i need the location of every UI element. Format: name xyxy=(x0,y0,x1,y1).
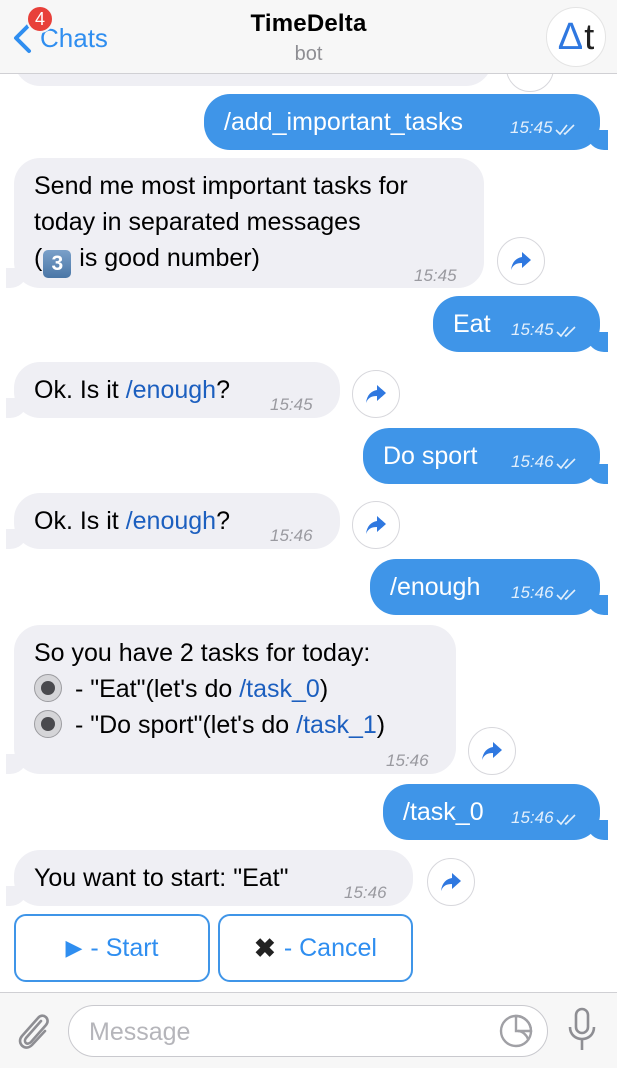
keycap-three-emoji: 3 xyxy=(43,250,72,278)
share-icon xyxy=(482,742,502,760)
message-time: 15:46 xyxy=(344,883,387,902)
message-text: /enough xyxy=(390,573,481,601)
chat-title[interactable]: TimeDelta xyxy=(0,10,617,38)
share-icon xyxy=(511,252,531,270)
share-button[interactable] xyxy=(352,501,400,549)
share-button[interactable] xyxy=(352,370,400,418)
incoming-message[interactable]: Send me most important tasks for today i… xyxy=(6,158,484,288)
previous-message-bubble xyxy=(14,74,492,86)
message-field[interactable] xyxy=(68,1005,548,1057)
share-button[interactable] xyxy=(497,237,545,285)
message-time: 15:45 xyxy=(510,118,553,137)
message-text: - "Do sport"(let's do xyxy=(68,711,297,739)
message-time: 15:46 xyxy=(511,583,554,602)
cancel-x-icon: ✖ xyxy=(254,932,276,963)
message-text: You want to start: "Eat" xyxy=(34,864,289,892)
share-button[interactable] xyxy=(506,74,554,92)
chat-header: Chats 4 TimeDelta bot Δt xyxy=(0,0,617,74)
double-check-icon xyxy=(555,813,576,825)
message-text: ( xyxy=(34,244,43,272)
command-link[interactable]: /enough xyxy=(126,507,216,535)
double-check-icon xyxy=(555,588,576,600)
message-text: Do sport xyxy=(383,442,478,470)
message-text: - "Eat"(let's do xyxy=(68,675,240,703)
message-time: 15:46 xyxy=(511,808,554,827)
message-time: 15:46 xyxy=(511,452,554,471)
start-button[interactable]: ▶ - Start xyxy=(14,914,210,982)
start-button-label: - Start xyxy=(90,933,159,962)
bot-avatar[interactable]: Δt xyxy=(546,7,606,67)
outgoing-message[interactable]: /task_0 15:46 xyxy=(383,784,608,840)
message-line: today in separated messages xyxy=(34,208,361,236)
message-time: 15:45 xyxy=(270,395,313,414)
message-time: 15:45 xyxy=(511,320,554,339)
incoming-message[interactable]: So you have 2 tasks for today: - "Eat"(l… xyxy=(6,625,456,774)
message-text: /task_0 xyxy=(403,798,484,826)
cancel-button-label: - Cancel xyxy=(283,933,377,962)
incoming-message[interactable]: Ok. Is it /enough? 15:46 xyxy=(6,493,340,549)
incoming-message[interactable]: Ok. Is it /enough? 15:45 xyxy=(6,362,340,418)
share-icon xyxy=(441,873,461,891)
unread-badge: 4 xyxy=(26,5,54,33)
command-link[interactable]: /task_0 xyxy=(239,675,320,703)
double-check-icon xyxy=(555,457,576,469)
chat-subtitle: bot xyxy=(294,43,323,65)
share-button[interactable] xyxy=(468,727,516,775)
message-time: 15:45 xyxy=(414,266,457,285)
message-time: 15:46 xyxy=(386,751,429,770)
radio-button-emoji xyxy=(34,710,62,738)
message-line: So you have 2 tasks for today: xyxy=(34,639,371,667)
outgoing-message[interactable]: /enough 15:46 xyxy=(370,559,608,615)
share-icon xyxy=(366,385,386,403)
microphone-icon[interactable] xyxy=(566,1007,598,1053)
message-text: ? xyxy=(216,376,230,404)
share-icon xyxy=(366,516,386,534)
message-time: 15:46 xyxy=(270,526,313,545)
outgoing-message[interactable]: Eat 15:45 xyxy=(433,296,608,352)
message-text: is good number) xyxy=(72,244,260,272)
share-button[interactable] xyxy=(427,858,475,906)
avatar-t-glyph: t xyxy=(584,16,595,57)
message-line: Send me most important tasks for xyxy=(34,172,408,200)
command-link[interactable]: /enough xyxy=(126,376,216,404)
message-composer xyxy=(0,992,617,1068)
message-text: Ok. Is it xyxy=(34,376,126,404)
sticker-icon[interactable] xyxy=(499,1014,533,1048)
radio-button-emoji xyxy=(34,674,62,702)
message-text: /add_important_tasks xyxy=(224,108,464,136)
message-text: ? xyxy=(216,507,230,535)
double-check-icon xyxy=(554,123,575,135)
message-list[interactable]: /add_important_tasks 15:45 Send me most … xyxy=(0,74,617,992)
outgoing-message[interactable]: /add_important_tasks 15:45 xyxy=(204,94,608,150)
cancel-button[interactable]: ✖ - Cancel xyxy=(218,914,413,982)
message-text: ) xyxy=(319,675,329,703)
paperclip-icon[interactable] xyxy=(14,1009,54,1053)
incoming-message[interactable]: You want to start: "Eat" 15:46 xyxy=(6,850,413,906)
double-check-icon xyxy=(555,325,576,337)
play-icon: ▶ xyxy=(65,935,83,960)
outgoing-message[interactable]: Do sport 15:46 xyxy=(363,428,608,484)
message-input[interactable] xyxy=(89,1014,489,1050)
message-text: Eat xyxy=(453,310,491,338)
command-link[interactable]: /task_1 xyxy=(296,711,377,739)
avatar-delta-glyph: Δ xyxy=(557,16,584,58)
message-text: Ok. Is it xyxy=(34,507,126,535)
message-text: ) xyxy=(376,711,386,739)
